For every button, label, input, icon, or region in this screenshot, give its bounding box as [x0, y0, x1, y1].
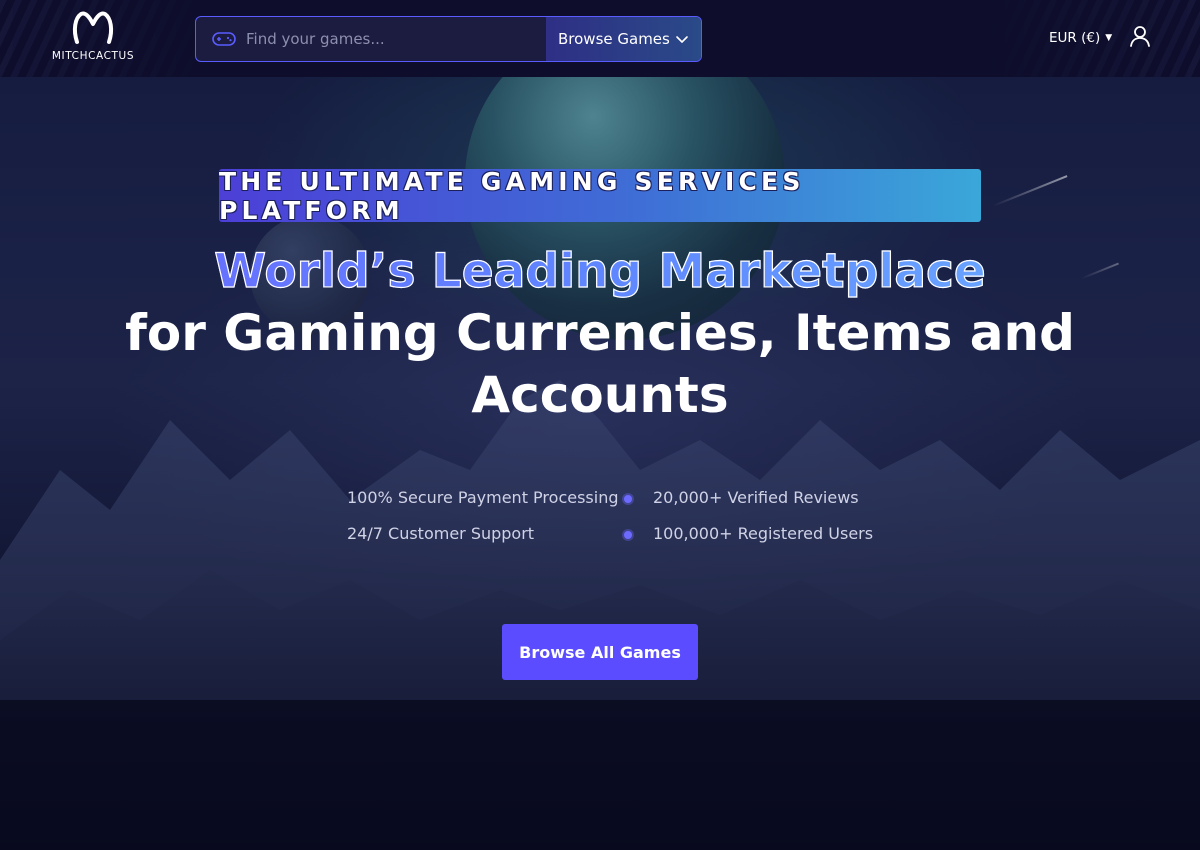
tagline-text: THE ULTIMATE GAMING SERVICES PLATFORM [219, 166, 805, 225]
brand-name: MITCHCACTUS [51, 50, 135, 62]
brand-logo-link[interactable]: MITCHCACTUS [48, 10, 138, 66]
browse-all-games-button[interactable]: Browse All Games [502, 624, 698, 680]
tagline-banner: THE ULTIMATE GAMING SERVICES PLATFORM [219, 166, 981, 225]
headline-main: for Gaming Currencies, Items and Account… [125, 304, 1075, 424]
browse-games-label: Browse Games [558, 30, 670, 48]
user-icon[interactable] [1128, 24, 1152, 48]
feature-item: 20,000+ Verified Reviews [653, 488, 859, 507]
currency-selector[interactable]: EUR (€) ▼ [1049, 30, 1112, 46]
currency-label: EUR (€) [1049, 30, 1101, 46]
search-input[interactable] [246, 17, 546, 61]
feature-item: 100% Secure Payment Processing [347, 488, 619, 507]
caret-down-icon: ▼ [1105, 33, 1113, 43]
gamepad-icon [212, 32, 236, 46]
game-search-bar: Browse Games [195, 16, 702, 62]
feature-item: 100,000+ Registered Users [653, 524, 874, 543]
mitchcactus-logo-icon [72, 11, 114, 44]
bullet-dot-icon [624, 531, 632, 539]
bullet-dot-icon [624, 495, 632, 503]
feature-item: 24/7 Customer Support [347, 524, 535, 543]
headline-highlight: World’s Leading Marketplace [0, 243, 1200, 299]
chevron-down-icon [676, 36, 688, 43]
top-navbar: MITCHCACTUS Browse Games EUR (€) ▼ [0, 0, 1200, 77]
browse-games-dropdown[interactable]: Browse Games [546, 17, 701, 61]
feature-list: 100% Secure Payment Processing 20,000+ V… [347, 488, 873, 558]
